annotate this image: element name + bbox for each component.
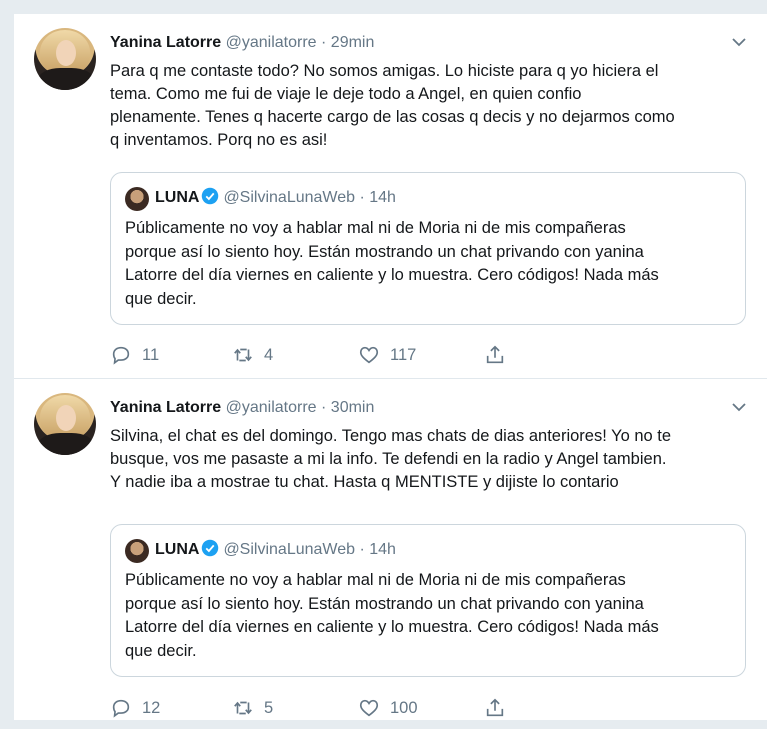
tweet-actions: 12 5 100 bbox=[110, 697, 750, 719]
quoted-text-line: porque así lo siento hoy. Están mostrand… bbox=[125, 242, 644, 261]
reply-count: 12 bbox=[142, 698, 161, 717]
quoted-time: 14h bbox=[369, 189, 396, 206]
separator: · bbox=[359, 189, 365, 206]
reply-icon bbox=[112, 699, 130, 718]
tweet-text-line: plenamente. Tenes q hacerte cargo de las… bbox=[110, 108, 675, 126]
retweet-icon bbox=[234, 701, 252, 715]
tweet-text: Para q me contaste todo? No somos amigas… bbox=[110, 60, 750, 152]
separator: · bbox=[321, 399, 327, 416]
like-count: 117 bbox=[390, 345, 417, 364]
quoted-author-handle: @SilvinaLunaWeb bbox=[223, 189, 356, 206]
share-button[interactable] bbox=[484, 344, 506, 366]
reply-icon bbox=[112, 346, 130, 365]
retweet-count: 4 bbox=[264, 345, 274, 364]
share-icon bbox=[486, 698, 504, 717]
reply-button[interactable]: 11 bbox=[110, 344, 159, 366]
quoted-time: 14h bbox=[369, 541, 396, 558]
tweet[interactable]: Yanina Latorre @yanilatorre · 29min Para… bbox=[14, 14, 767, 378]
quoted-text-line: Latorre del día viernes en caliente y lo… bbox=[125, 618, 659, 636]
like-count: 100 bbox=[390, 698, 418, 717]
author-handle[interactable]: @yanilatorre bbox=[226, 34, 317, 51]
share-icon bbox=[486, 345, 504, 364]
retweet-button[interactable]: 5 bbox=[232, 697, 273, 719]
retweet-button[interactable]: 4 bbox=[232, 344, 273, 366]
tweet-time[interactable]: 29min bbox=[331, 34, 375, 51]
quoted-tweet[interactable]: LUNA @SilvinaLunaWeb · 14h Públicamente n… bbox=[110, 172, 746, 325]
quoted-text-line: Latorre del día viernes en caliente y lo… bbox=[125, 266, 659, 284]
heart-icon bbox=[359, 699, 379, 717]
verified-badge-icon bbox=[202, 539, 219, 557]
tweet-text-line: busque, vos me pasaste a mi la info. Te … bbox=[110, 450, 667, 468]
quoted-author-name: LUNA bbox=[155, 189, 200, 206]
quoted-text-line: porque así lo siento hoy. Están mostrand… bbox=[125, 594, 644, 613]
quoted-author-handle: @SilvinaLunaWeb bbox=[223, 541, 356, 558]
share-button[interactable] bbox=[484, 697, 506, 719]
tweet-text-line: tema. Como me fui de viaje le deje todo … bbox=[110, 85, 582, 103]
tweet-header: Yanina Latorre @yanilatorre · 29min bbox=[110, 34, 374, 52]
chevron-down-icon[interactable] bbox=[731, 36, 747, 48]
quoted-avatar bbox=[125, 187, 149, 211]
tweet-time[interactable]: 30min bbox=[331, 399, 375, 416]
author-name[interactable]: Yanina Latorre bbox=[110, 399, 221, 416]
tweet-text-line: Para q me contaste todo? No somos amigas… bbox=[110, 62, 659, 80]
tweet-text: Silvina, el chat es del domingo. Tengo m… bbox=[110, 425, 750, 494]
quoted-text: Públicamente no voy a hablar mal ni de M… bbox=[125, 569, 735, 663]
author-name[interactable]: Yanina Latorre bbox=[110, 34, 221, 51]
verified-badge-icon bbox=[202, 187, 219, 205]
quoted-text-line: que decir. bbox=[125, 289, 197, 308]
quoted-header: LUNA @SilvinaLunaWeb · 14h bbox=[155, 539, 396, 559]
quoted-text-line: Públicamente no voy a hablar mal ni de M… bbox=[125, 219, 626, 237]
tweet-text-line: q inventamos. Porq no es asi! bbox=[110, 131, 328, 149]
separator: · bbox=[359, 541, 365, 558]
quoted-header: LUNA @SilvinaLunaWeb · 14h bbox=[155, 187, 396, 207]
reply-count: 11 bbox=[142, 345, 160, 364]
tweet-text-line: Silvina, el chat es del domingo. Tengo m… bbox=[110, 427, 672, 445]
reply-button[interactable]: 12 bbox=[110, 697, 160, 719]
retweet-icon bbox=[234, 348, 252, 362]
quoted-tweet[interactable]: LUNA @SilvinaLunaWeb · 14h Públicamente n… bbox=[110, 524, 746, 677]
tweet-actions: 11 4 117 bbox=[110, 344, 750, 366]
quoted-avatar bbox=[125, 539, 149, 563]
like-button[interactable]: 117 bbox=[358, 344, 416, 366]
tweet-feed: Yanina Latorre @yanilatorre · 29min Para… bbox=[14, 14, 767, 720]
avatar[interactable] bbox=[34, 28, 96, 90]
separator: · bbox=[321, 34, 327, 51]
avatar[interactable] bbox=[34, 393, 96, 455]
quoted-text-line: Públicamente no voy a hablar mal ni de M… bbox=[125, 571, 626, 589]
quoted-text: Públicamente no voy a hablar mal ni de M… bbox=[125, 217, 735, 311]
tweet-header: Yanina Latorre @yanilatorre · 30min bbox=[110, 399, 374, 417]
chevron-down-icon[interactable] bbox=[731, 401, 747, 413]
quoted-text-line: que decir. bbox=[125, 641, 197, 660]
like-button[interactable]: 100 bbox=[358, 697, 418, 719]
author-handle[interactable]: @yanilatorre bbox=[226, 399, 317, 416]
tweet[interactable]: Yanina Latorre @yanilatorre · 30min Silv… bbox=[14, 378, 767, 720]
quoted-author-name: LUNA bbox=[155, 541, 200, 558]
heart-icon bbox=[359, 346, 379, 364]
retweet-count: 5 bbox=[264, 698, 274, 717]
tweet-text-line: Y nadie iba a mostrae tu chat. Hasta q M… bbox=[110, 473, 619, 491]
